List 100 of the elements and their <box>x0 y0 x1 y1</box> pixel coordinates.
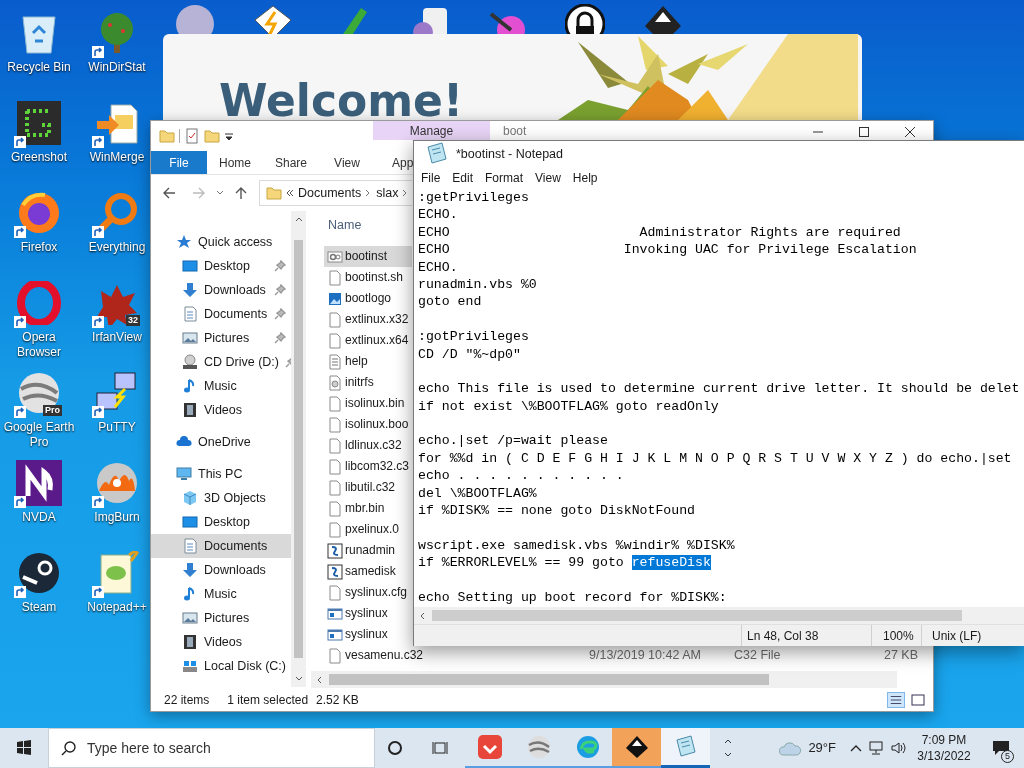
file-row[interactable]: bootlogo <box>324 288 412 309</box>
file-row[interactable]: bootinst.sh <box>324 267 412 288</box>
nav-item[interactable]: Desktop <box>151 254 291 278</box>
desktop-icon-label[interactable]: Everything <box>88 240 146 255</box>
nav-item[interactable]: Desktop <box>151 510 291 534</box>
file-row[interactable]: syslinux <box>324 603 412 624</box>
file-row[interactable]: libutil.c32 <box>324 477 412 498</box>
search-field[interactable]: Type here to search <box>48 728 375 768</box>
menu-item[interactable]: Help <box>567 169 603 187</box>
nav-item[interactable]: Documents <box>151 302 291 326</box>
file-name: syslinux.cfg <box>345 585 408 600</box>
desktop-icon-label[interactable]: WinDirStat <box>88 60 146 75</box>
code-line: ECHO. <box>418 206 458 224</box>
ribbon-tab[interactable]: Home <box>207 151 263 174</box>
nav-item[interactable]: OneDrive <box>151 430 291 454</box>
file-name: bootlogo <box>345 291 392 306</box>
file-row[interactable]: vesamenu.c32 9/13/2019 10:42 AM C32 File 27 KB <box>324 645 924 666</box>
ribbon-tab[interactable]: Share <box>263 151 319 174</box>
desktop-icon-label[interactable]: Greenshot <box>10 150 67 165</box>
menu-item[interactable]: Edit <box>447 169 479 187</box>
nav-item[interactable]: Pictures <box>151 606 291 630</box>
code-line: echo . . . . . . . . . . . <box>418 467 624 485</box>
nav-item[interactable]: Videos <box>151 398 291 422</box>
file-name: help <box>345 354 368 369</box>
code-line: wscript.exe samedisk.vbs %windir% %DISK% <box>418 536 735 555</box>
file-row[interactable]: syslinux <box>324 624 412 645</box>
file-name: ldlinux.c32 <box>345 438 402 453</box>
code-line: :getPrivileges <box>418 189 529 207</box>
file-row[interactable]: help <box>324 351 412 372</box>
file-row[interactable]: runadmin <box>324 540 412 561</box>
clock-date: 3/13/2022 <box>917 748 971 764</box>
nav-item[interactable]: 3D Objects <box>151 486 291 510</box>
file-row[interactable]: libcom32.c3 <box>324 456 412 477</box>
desktop-icon-label[interactable]: WinMerge <box>89 150 145 165</box>
code-line: if %ERRORLEVEL% == 99 goto refuseDisk <box>418 554 711 572</box>
temperature[interactable]: 29°F <box>808 738 836 758</box>
file-row[interactable]: extlinux.x64 <box>324 330 412 351</box>
breadcrumb-item[interactable]: slax <box>376 183 399 203</box>
context-tab[interactable]: Manage <box>373 121 490 140</box>
file-type: C32 File <box>734 647 782 665</box>
nav-item[interactable]: Videos <box>151 630 291 654</box>
desktop-icon-label[interactable]: Firefox <box>20 240 58 255</box>
ribbon-tab[interactable]: App <box>375 151 413 174</box>
file-row[interactable]: extlinux.x32 <box>324 309 412 330</box>
file-row[interactable]: bootinst <box>324 246 412 267</box>
nav-item[interactable]: Pictures <box>151 326 291 350</box>
file-row[interactable]: mbr.bin <box>324 498 412 519</box>
file-row[interactable]: syslinux.cfg <box>324 582 412 603</box>
icon-caption: 32 <box>126 315 140 326</box>
file-name: libcom32.c3 <box>345 459 410 474</box>
file-name: extlinux.x32 <box>345 312 409 327</box>
ribbon-tab[interactable]: View <box>319 151 375 174</box>
file-row[interactable]: isolinux.boo <box>324 414 412 435</box>
code-line: echo Setting up boot record for %DISK%: <box>418 589 727 607</box>
menu-item[interactable]: Format <box>480 169 529 187</box>
window-title: boot <box>503 124 527 138</box>
file-name: isolinux.boo <box>345 417 409 432</box>
clock[interactable]: 7:09 PM 3/13/2022 <box>912 732 976 764</box>
icon-caption: Pro <box>43 405 62 416</box>
file-name: syslinux <box>345 606 388 621</box>
file-date: 9/13/2019 10:42 AM <box>589 647 702 665</box>
file-name: pxelinux.0 <box>345 522 400 537</box>
file-row[interactable]: ldlinux.c32 <box>324 435 412 456</box>
menu-item[interactable]: File <box>416 169 446 187</box>
address-bar[interactable]: Documents slax <box>259 180 412 206</box>
code-line: for %%d in ( C D E F G H I J K L M N O P Q R S T U V W X Y Z ) do echo.|set <box>418 449 1012 468</box>
code-line: :gotPrivileges <box>418 328 529 346</box>
nav-item[interactable]: This PC <box>151 462 291 486</box>
file-row[interactable]: pxelinux.0 <box>324 519 412 540</box>
nav-item[interactable]: Quick access <box>151 230 291 254</box>
column-header[interactable]: Name <box>328 215 362 235</box>
code-line: echo.|set /p=wait please <box>418 432 608 450</box>
file-size: 27 KB <box>882 647 918 665</box>
selection-info: 1 item selected <box>227 692 309 709</box>
clock-time: 7:09 PM <box>921 732 967 748</box>
code-line: if not exist \%BOOTFLAG% goto readOnly <box>418 397 719 416</box>
nav-item[interactable]: Music <box>151 374 291 398</box>
code-line: ECHO Administrator Rights are required <box>418 223 901 242</box>
file-row[interactable]: samedisk <box>324 561 412 582</box>
nav-item[interactable]: Downloads <box>151 278 291 302</box>
file-row[interactable]: initrfs <box>324 372 412 393</box>
file-row[interactable]: isolinux.bin <box>324 393 412 414</box>
file-name: samedisk <box>345 564 396 579</box>
nav-item[interactable]: Music <box>151 582 291 606</box>
window-title: *bootinst - Notepad <box>456 145 563 163</box>
file-name: libutil.c32 <box>345 480 396 495</box>
code-line: del \%BOOTFLAG% <box>418 484 537 503</box>
menu-item[interactable]: View <box>530 169 566 187</box>
item-count: 22 items <box>164 692 210 709</box>
code-line: ECHO. <box>418 258 458 276</box>
nav-item[interactable]: Documents <box>151 534 291 558</box>
desktop-icon-label[interactable]: Recycle Bin <box>7 60 71 75</box>
file-name: mbr.bin <box>345 501 385 516</box>
nav-item[interactable]: Downloads <box>151 558 291 582</box>
file-name: isolinux.bin <box>345 396 405 411</box>
cursor-position: Ln 48, Col 38 <box>741 625 871 646</box>
nav-item[interactable]: Local Disk (C:) <box>151 654 291 678</box>
code-line: echo This file is used to determine current drive letter. It should be delet <box>418 380 1020 398</box>
breadcrumb-item[interactable]: Documents <box>298 183 362 203</box>
notification-button[interactable]: 5 <box>982 728 1020 768</box>
